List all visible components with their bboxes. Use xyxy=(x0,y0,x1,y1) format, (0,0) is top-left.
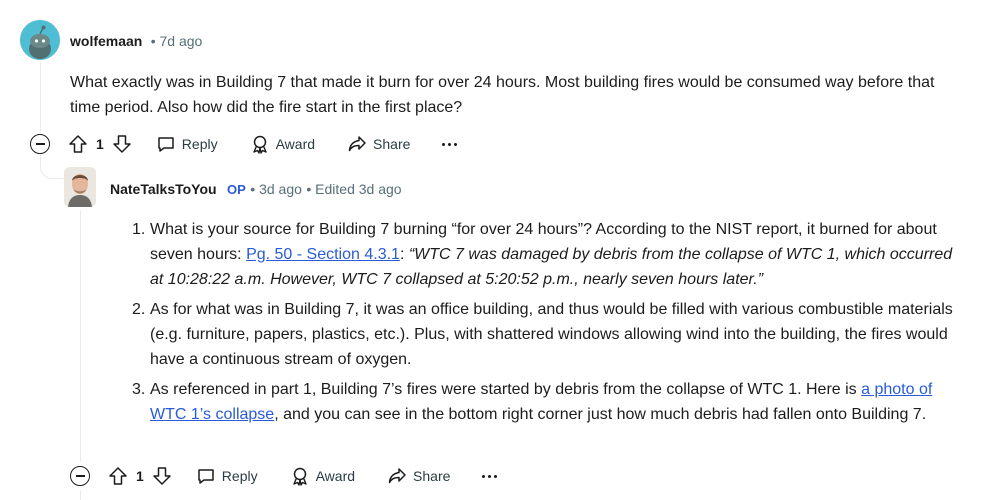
share-label: Share xyxy=(373,136,411,152)
downvote-button[interactable] xyxy=(108,128,140,160)
list-number: 2. xyxy=(132,301,146,318)
downvote-icon xyxy=(113,135,131,153)
comment-actions: 1 Reply Award Share xyxy=(62,128,469,160)
meta-separator: • xyxy=(250,181,260,197)
award-label: Award xyxy=(275,136,316,152)
upvote-icon xyxy=(109,467,127,485)
more-options-icon[interactable] xyxy=(470,474,509,478)
op-badge: OP xyxy=(227,182,246,197)
downvote-icon xyxy=(153,467,171,485)
comment-header: NateTalksToYou OP • 3d ago • Edited 3d a… xyxy=(110,181,402,199)
list-number: 1. xyxy=(132,221,146,238)
comment-body: What exactly was in Building 7 that made… xyxy=(70,74,935,116)
thread-connector xyxy=(40,152,63,179)
reply-label: Reply xyxy=(221,468,258,484)
username[interactable]: NateTalksToYou xyxy=(110,181,217,197)
upvote-button[interactable] xyxy=(102,460,132,492)
reply-button[interactable]: Reply xyxy=(148,128,226,160)
meta-separator: • xyxy=(146,33,160,49)
award-button[interactable]: Award xyxy=(242,128,323,160)
user-photo-icon xyxy=(64,167,96,207)
award-icon xyxy=(292,467,307,486)
comment-body: 1. What is your source for Building 7 bu… xyxy=(132,217,965,427)
avatar[interactable] xyxy=(64,167,96,207)
list-item: 3. As referenced in part 1, Building 7’s… xyxy=(132,377,965,427)
thread-line xyxy=(40,62,41,132)
edited-label: Edited 3d ago xyxy=(315,181,402,197)
avatar[interactable] xyxy=(20,20,60,60)
share-icon xyxy=(388,468,406,484)
meta-separator: • xyxy=(306,181,316,197)
reply-button[interactable]: Reply xyxy=(188,460,266,492)
thread-line-child xyxy=(80,210,81,462)
comment-time: 7d ago xyxy=(159,33,203,49)
downvote-button[interactable] xyxy=(148,460,180,492)
comment-time: 3d ago xyxy=(259,181,302,197)
award-icon xyxy=(252,135,267,154)
share-button[interactable]: Share xyxy=(379,460,458,492)
numbered-list: 1. What is your source for Building 7 bu… xyxy=(132,217,965,427)
list-item-text: : xyxy=(399,246,409,263)
thread-line-child-bottom xyxy=(80,490,81,500)
list-item: 1. What is your source for Building 7 bu… xyxy=(132,217,965,292)
snoo-avatar-icon xyxy=(20,20,60,60)
share-icon xyxy=(348,136,366,152)
upvote-button[interactable] xyxy=(62,128,92,160)
list-item-text: As referenced in part 1, Building 7’s fi… xyxy=(150,381,862,398)
award-button[interactable]: Award xyxy=(282,460,363,492)
list-item: 2. As for what was in Building 7, it was… xyxy=(132,297,965,372)
reply-label: Reply xyxy=(181,136,218,152)
more-options-icon[interactable] xyxy=(430,142,469,146)
reply-icon xyxy=(158,137,174,152)
list-item-text: , and you can see in the bottom right co… xyxy=(274,406,927,423)
collapse-icon[interactable] xyxy=(30,134,50,154)
comment-actions: 1 Reply Award Share xyxy=(102,460,509,492)
comment-header: wolfemaan • 7d ago xyxy=(70,33,202,51)
list-item-text: As for what was in Building 7, it was an… xyxy=(150,301,953,368)
share-label: Share xyxy=(413,468,451,484)
collapse-icon[interactable] xyxy=(70,466,90,486)
upvote-icon xyxy=(69,135,87,153)
vote-score: 1 xyxy=(136,468,144,484)
share-button[interactable]: Share xyxy=(339,128,418,160)
list-number: 3. xyxy=(132,381,146,398)
vote-score: 1 xyxy=(96,136,104,152)
reply-icon xyxy=(198,469,214,484)
source-link[interactable]: Pg. 50 - Section 4.3.1 xyxy=(246,246,400,263)
award-label: Award xyxy=(315,468,356,484)
username[interactable]: wolfemaan xyxy=(70,33,142,49)
